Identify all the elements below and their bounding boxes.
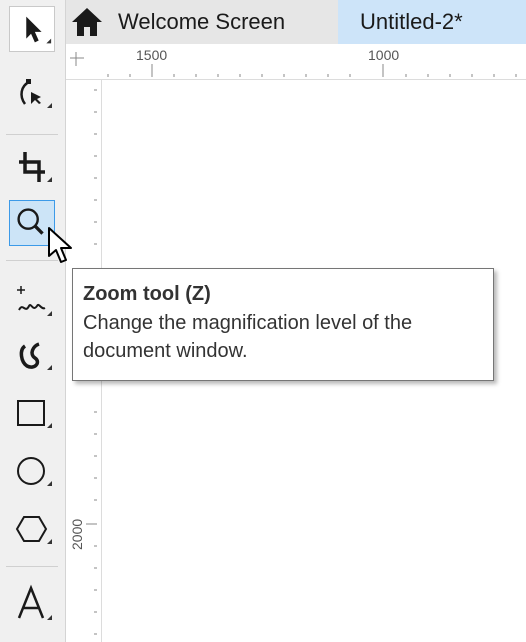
shape-node-icon	[20, 79, 52, 108]
mouse-cursor-icon	[48, 227, 72, 263]
ruler-label-1500: 1500	[136, 47, 168, 63]
horizontal-ruler[interactable]: 1500 1000	[66, 44, 526, 80]
rectangle-icon	[17, 400, 52, 428]
ruler-origin-icon	[70, 52, 84, 66]
freehand-icon	[17, 286, 52, 316]
freehand-tool-button[interactable]	[9, 278, 55, 324]
toolbox	[0, 0, 66, 642]
rectangle-tool-button[interactable]	[9, 390, 55, 436]
polygon-icon	[15, 516, 52, 544]
ellipse-icon	[17, 457, 52, 486]
toolbox-separator	[6, 566, 58, 567]
document-tab-bar: Welcome Screen Untitled-2*	[66, 0, 526, 44]
tooltip-title: Zoom tool (Z)	[83, 283, 211, 305]
ruler-label-1000: 1000	[368, 47, 400, 63]
tab-untitled-document[interactable]: Untitled-2*	[338, 0, 526, 44]
tab-welcome-screen[interactable]: Welcome Screen	[66, 0, 338, 44]
artistic-media-tool-button[interactable]	[9, 332, 55, 378]
crop-icon	[19, 152, 52, 182]
tooltip-description: Change the magnification level of the do…	[83, 312, 413, 362]
home-icon[interactable]	[70, 6, 104, 38]
pick-tool-button[interactable]	[9, 6, 55, 52]
artistic-media-icon	[19, 342, 52, 370]
zoom-tool-tooltip: Zoom tool (Z) Change the magnification l…	[72, 268, 494, 381]
crop-tool-button[interactable]	[9, 144, 55, 190]
text-A-icon	[17, 584, 52, 620]
toolbox-separator	[6, 134, 58, 135]
text-tool-button[interactable]	[9, 580, 55, 626]
tab-welcome-label: Welcome Screen	[118, 9, 286, 34]
shape-tool-button[interactable]	[9, 70, 55, 116]
ellipse-tool-button[interactable]	[9, 448, 55, 494]
ruler-label-2000: 2000	[69, 518, 85, 550]
ruler-ticks	[70, 52, 517, 77]
polygon-tool-button[interactable]	[9, 506, 55, 552]
arrow-pointer-icon	[26, 16, 52, 44]
tab-document-label: Untitled-2*	[360, 9, 463, 34]
